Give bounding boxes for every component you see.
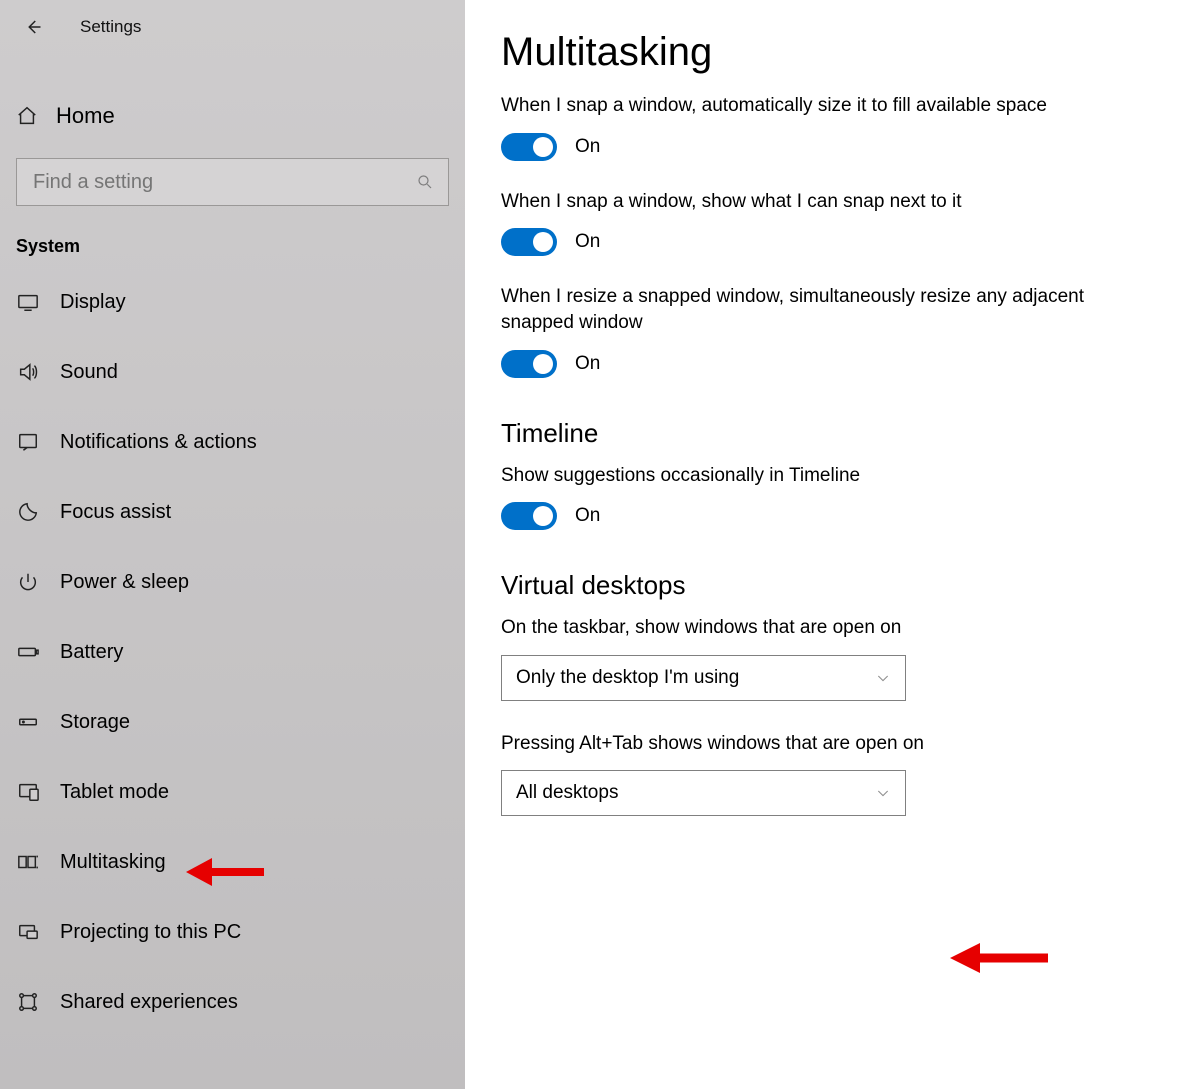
page-title: Multitasking (501, 30, 1200, 75)
snap-suggest-toggle[interactable] (501, 228, 557, 256)
sidebar-item-label: Shared experiences (60, 991, 238, 1014)
sidebar-item-storage[interactable]: Storage (0, 687, 465, 757)
alttab-windows-select[interactable]: All desktops (501, 770, 906, 816)
sidebar-item-focus-assist[interactable]: Focus assist (0, 477, 465, 547)
power-icon (16, 570, 40, 594)
tablet-icon (16, 780, 40, 804)
timeline-suggestions-toggle[interactable] (501, 502, 557, 530)
sidebar-item-label: Display (60, 291, 126, 314)
setting-desc: On the taskbar, show windows that are op… (501, 615, 1141, 641)
sidebar-item-label: Notifications & actions (60, 431, 257, 454)
sidebar-item-notifications[interactable]: Notifications & actions (0, 407, 465, 477)
display-icon (16, 290, 40, 314)
arrow-left-icon (24, 18, 42, 36)
titlebar: Settings (0, 0, 465, 44)
section-virtual-desktops: Virtual desktops (501, 570, 1200, 601)
annotation-arrow-icon (186, 852, 256, 888)
sidebar-item-power-sleep[interactable]: Power & sleep (0, 547, 465, 617)
storage-icon (16, 710, 40, 734)
sidebar-item-tablet-mode[interactable]: Tablet mode (0, 757, 465, 827)
sidebar-home[interactable]: Home (0, 94, 465, 138)
sidebar-item-label: Focus assist (60, 501, 171, 524)
home-icon (16, 105, 38, 127)
sidebar-item-sound[interactable]: Sound (0, 337, 465, 407)
sidebar-item-battery[interactable]: Battery (0, 617, 465, 687)
projecting-icon (16, 920, 40, 944)
sidebar-item-display[interactable]: Display (0, 267, 465, 337)
taskbar-windows-select[interactable]: Only the desktop I'm using (501, 655, 906, 701)
select-value: Only the desktop I'm using (516, 667, 739, 689)
window-title: Settings (80, 17, 141, 37)
sidebar-item-label: Tablet mode (60, 781, 169, 804)
sidebar-item-label: Power & sleep (60, 571, 189, 594)
multitasking-icon (16, 850, 40, 874)
search-input[interactable] (31, 170, 416, 195)
setting-desc: When I snap a window, show what I can sn… (501, 189, 1141, 215)
battery-icon (16, 640, 40, 664)
select-value: All desktops (516, 782, 618, 804)
search-input-wrap[interactable] (16, 158, 449, 206)
toggle-state: On (575, 353, 600, 375)
sidebar-item-projecting[interactable]: Projecting to this PC (0, 897, 465, 967)
snap-fill-toggle[interactable] (501, 133, 557, 161)
back-button[interactable] (18, 12, 48, 42)
chevron-down-icon (875, 785, 891, 801)
notifications-icon (16, 430, 40, 454)
toggle-state: On (575, 136, 600, 158)
shared-experiences-icon (16, 990, 40, 1014)
setting-desc: When I resize a snapped window, simultan… (501, 284, 1141, 335)
section-timeline: Timeline (501, 418, 1200, 449)
sidebar-home-label: Home (56, 103, 115, 129)
search-icon (416, 173, 434, 191)
snap-resize-toggle[interactable] (501, 350, 557, 378)
settings-content: Multitasking When I snap a window, autom… (465, 0, 1200, 1089)
chevron-down-icon (875, 670, 891, 686)
annotation-arrow-icon (950, 938, 1020, 974)
sidebar-item-shared-experiences[interactable]: Shared experiences (0, 967, 465, 1037)
sidebar-item-label: Multitasking (60, 851, 166, 874)
setting-desc: Pressing Alt+Tab shows windows that are … (501, 731, 1141, 757)
setting-desc: When I snap a window, automatically size… (501, 93, 1141, 119)
search-container (16, 158, 449, 206)
setting-desc: Show suggestions occasionally in Timelin… (501, 463, 1141, 489)
toggle-state: On (575, 231, 600, 253)
sidebar-item-label: Projecting to this PC (60, 921, 241, 944)
sidebar-item-label: Storage (60, 711, 130, 734)
sound-icon (16, 360, 40, 384)
focus-assist-icon (16, 500, 40, 524)
sidebar-nav: Display Sound Notifications & actions Fo… (0, 267, 465, 1037)
sidebar-item-label: Battery (60, 641, 123, 664)
sidebar-group-system: System (16, 236, 465, 257)
settings-sidebar: Settings Home System Display Sound Notif… (0, 0, 465, 1089)
toggle-state: On (575, 505, 600, 527)
sidebar-item-label: Sound (60, 361, 118, 384)
